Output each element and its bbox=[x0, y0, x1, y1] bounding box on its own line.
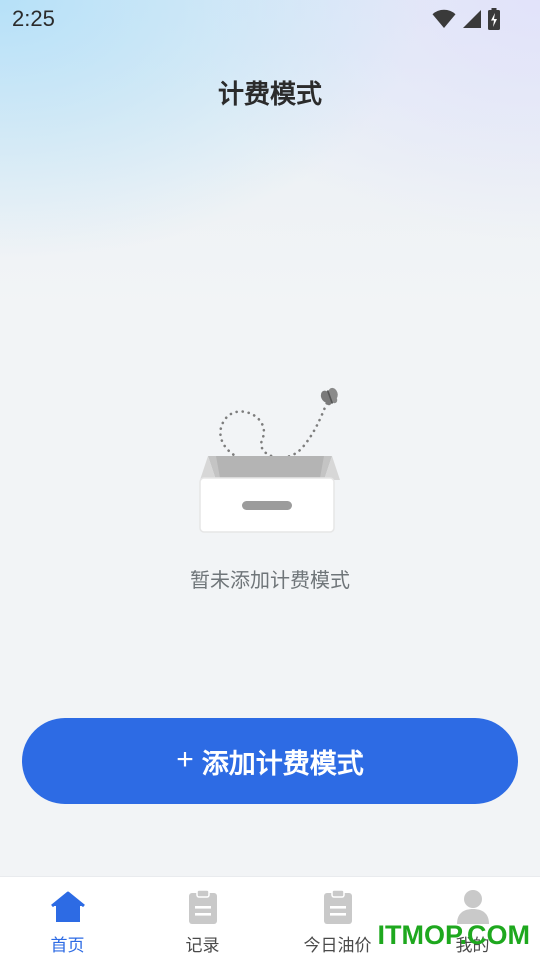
wifi-icon bbox=[432, 9, 456, 28]
nav-label-home: 首页 bbox=[50, 936, 85, 956]
watermark: ITMOP.COM bbox=[377, 920, 530, 950]
plus-icon: + bbox=[176, 743, 194, 776]
signal-icon bbox=[463, 10, 481, 28]
clipboard-icon bbox=[185, 889, 221, 925]
nav-label-records: 记录 bbox=[185, 936, 220, 956]
battery-charging-icon bbox=[488, 8, 500, 30]
status-icons bbox=[432, 8, 500, 30]
empty-box-illustration bbox=[199, 387, 340, 533]
nav-label-fuel-price: 今日油价 bbox=[303, 936, 372, 956]
add-billing-mode-label: 添加计费模式 bbox=[201, 748, 364, 779]
background-gradient bbox=[0, 0, 540, 420]
page-title: 计费模式 bbox=[217, 80, 322, 110]
status-time: 2:25 bbox=[12, 6, 55, 31]
nav-item-records[interactable]: 记录 bbox=[135, 877, 270, 961]
butterfly-icon bbox=[320, 387, 338, 406]
status-bar: 2:25 bbox=[0, 0, 540, 38]
nav-item-home[interactable]: 首页 bbox=[0, 877, 135, 961]
clipboard-icon bbox=[320, 889, 356, 925]
add-billing-mode-button[interactable]: + 添加计费模式 bbox=[22, 718, 518, 804]
empty-state-message: 暂未添加计费模式 bbox=[190, 568, 350, 592]
home-icon bbox=[50, 889, 86, 925]
